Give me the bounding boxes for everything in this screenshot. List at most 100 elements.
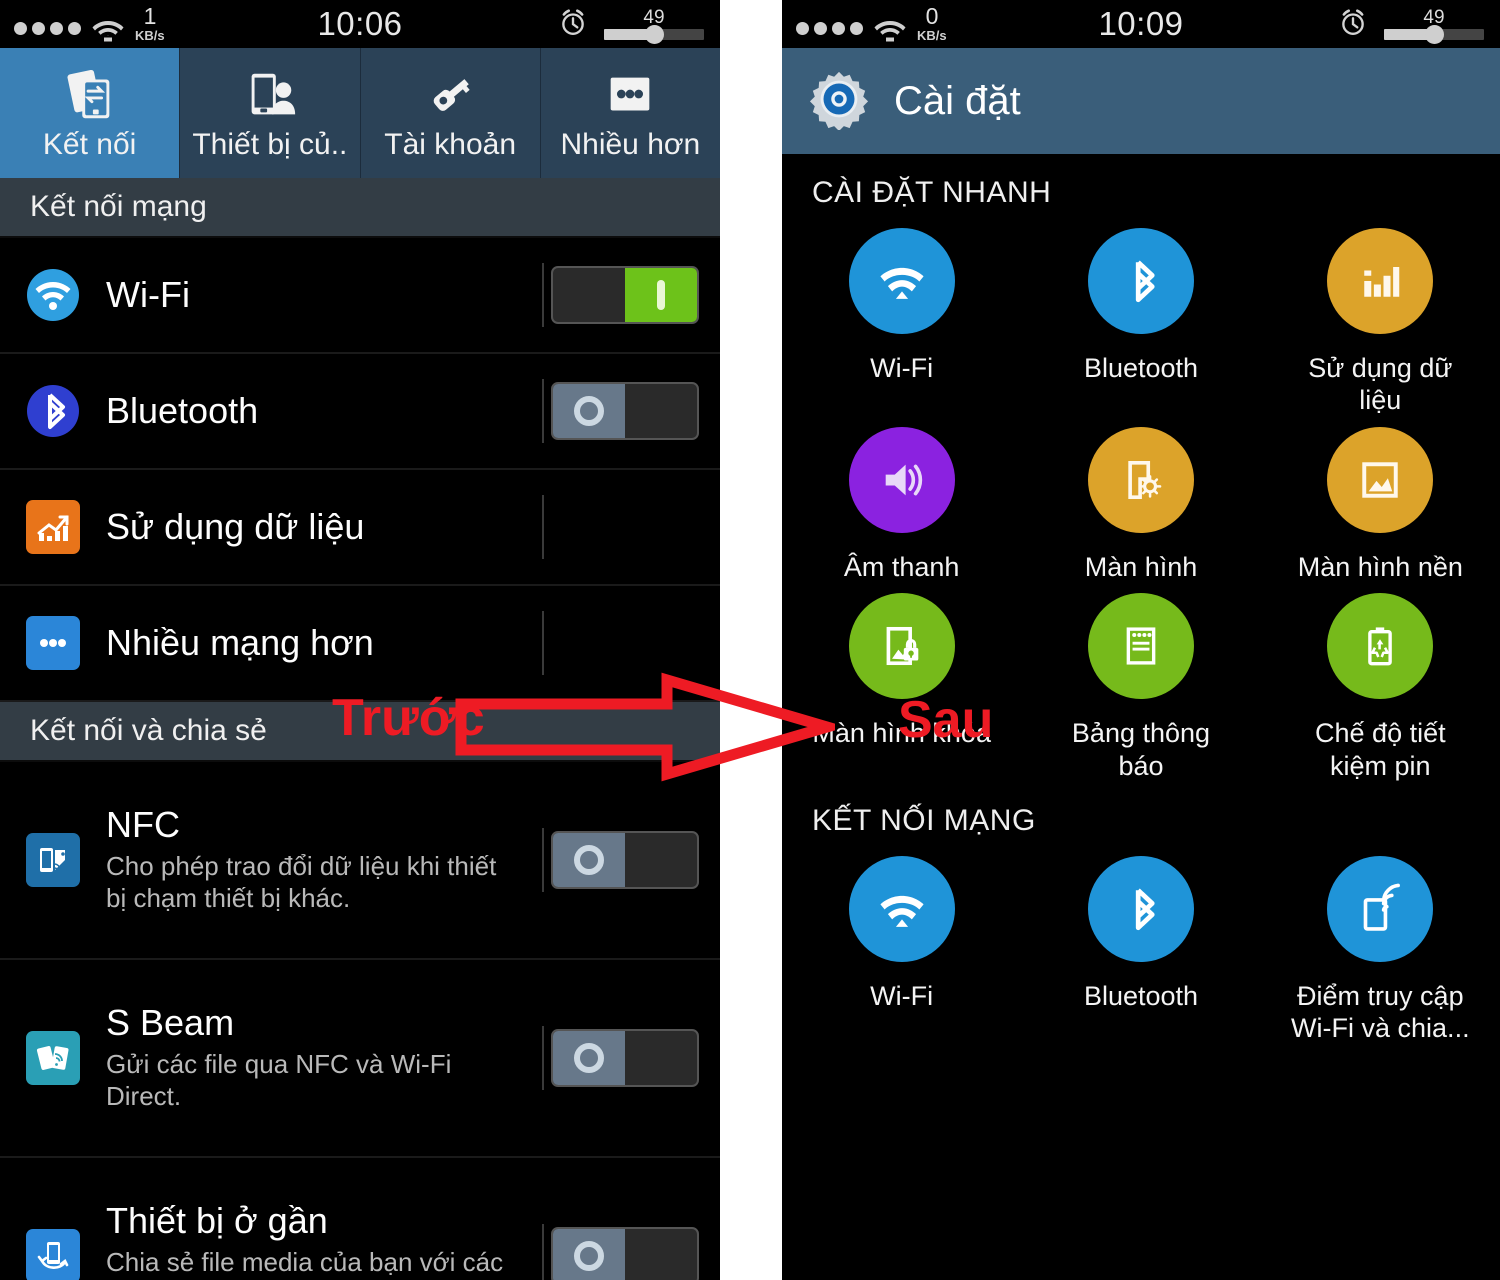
- tab-accounts[interactable]: Tài khoản: [361, 48, 541, 178]
- wifi-icon: [848, 228, 955, 334]
- before-phone-panel: 1 KB/s 10:06 49 Kết nối Thiết bị củ.. Tà…: [0, 0, 720, 1280]
- page-title: Cài đặt: [894, 78, 1021, 123]
- wallpaper-picture-icon: [1327, 426, 1434, 533]
- grid-item-wifi[interactable]: Wi-Fi: [782, 218, 1021, 417]
- grid-item-sound[interactable]: Âm thanh: [782, 417, 1021, 583]
- list-item-title: Thiết bị ở gần: [106, 1200, 328, 1242]
- toggle-cell[interactable]: [530, 263, 720, 327]
- more-networks-icon-bg: [26, 616, 80, 670]
- list-item-text: Thiết bị ở gần Chia sẻ file media của bạ…: [106, 1201, 530, 1280]
- connections-icon: [61, 64, 119, 126]
- grid-item-notification-panel[interactable]: Bảng thông báo: [1021, 583, 1260, 782]
- list-item-text: NFC Cho phép trao đổi dữ liệu khi thiết …: [106, 805, 530, 914]
- switch-off-ring: [574, 1043, 604, 1073]
- grid-item-data-usage[interactable]: Sử dụng dữ liệu: [1261, 218, 1500, 417]
- more-dots-icon: [601, 64, 659, 126]
- hotspot-tethering-icon: [1327, 855, 1434, 962]
- list-item-text: Bluetooth: [106, 389, 530, 431]
- tab-connections[interactable]: Kết nối: [0, 48, 181, 178]
- list-item-bluetooth[interactable]: Bluetooth: [0, 354, 720, 470]
- list-item-nearby-devices[interactable]: Thiết bị ở gần Chia sẻ file media của bạ…: [0, 1158, 720, 1280]
- list-item-text: Wi-Fi: [106, 273, 530, 315]
- battery-track: [1384, 25, 1484, 44]
- settings-title-bar: Cài đặt: [782, 48, 1500, 154]
- switch-right-half: [625, 384, 697, 438]
- grid-item-label: Bluetooth: [1083, 353, 1199, 383]
- list-item-text: Nhiều mạng hơn: [106, 622, 530, 663]
- switch-left-half: [553, 268, 625, 322]
- data-usage-icon: [0, 500, 106, 554]
- comparison-screenshot: 1 KB/s 10:06 49 Kết nối Thiết bị củ.. Tà…: [0, 0, 1500, 1280]
- list-item-title: Bluetooth: [106, 389, 259, 431]
- grid-item-label: Màn hình: [1084, 551, 1198, 582]
- grid-item-label: Wi-Fi: [870, 353, 934, 383]
- list-item-subtitle: Gửi các file qua NFC và Wi-Fi Direct.: [106, 1048, 452, 1112]
- display-brightness-icon: [1087, 426, 1194, 533]
- toggle-cell[interactable]: [530, 1026, 720, 1090]
- nfc-toggle-switch[interactable]: [551, 831, 699, 889]
- list-item-title: NFC: [106, 804, 180, 846]
- grid-item-bluetooth[interactable]: Bluetooth: [1021, 218, 1260, 417]
- toggle-cell[interactable]: [530, 828, 720, 892]
- my-device-icon: [241, 64, 299, 126]
- toggle-cell[interactable]: [530, 1224, 720, 1280]
- grid-item-label: Wi-Fi: [870, 980, 934, 1011]
- tab-more[interactable]: Nhiều hơn: [541, 48, 720, 178]
- tab-label: Thiết bị củ..: [192, 128, 348, 161]
- tab-label: Tài khoản: [384, 128, 516, 161]
- after-phone-panel: 0 KB/s 10:09 49 Cài đặt CÀI ĐẶT NHANH Wi…: [782, 0, 1500, 1280]
- switch-left-half: [553, 1229, 625, 1280]
- grid-item-label: Màn hình nền: [1297, 551, 1463, 582]
- left-status-bar: 1 KB/s 10:06 49: [0, 0, 720, 48]
- switch-off-ring: [574, 396, 604, 426]
- grid-item-label: Âm thanh: [843, 551, 960, 582]
- nearby-devices-toggle-switch[interactable]: [551, 1227, 699, 1280]
- settings-gear-icon: [808, 68, 870, 135]
- switch-right-half: [625, 833, 697, 887]
- data-usage-icon: [1327, 228, 1434, 334]
- network-grid: Wi-Fi Bluetooth Điểm truy cập Wi-Fi và c…: [782, 846, 1500, 1045]
- list-item-wifi[interactable]: Wi-Fi: [0, 238, 720, 354]
- grid-item-label: Chế độ tiết kiệm pin: [1315, 718, 1446, 781]
- list-item-title: S Beam: [106, 1002, 235, 1044]
- tab-label: Kết nối: [42, 128, 137, 161]
- bluetooth-toggle-switch[interactable]: [551, 382, 699, 440]
- group-label-network: KẾT NỐI MẠNG: [812, 803, 1036, 837]
- notification-panel-icon: [1087, 593, 1194, 700]
- list-item-title: Wi-Fi: [106, 273, 190, 315]
- s-beam-toggle-switch[interactable]: [551, 1029, 699, 1087]
- switch-off-ring: [574, 845, 604, 875]
- grid-item-hotspot[interactable]: Điểm truy cập Wi-Fi và chia...: [1261, 846, 1500, 1045]
- list-item-title: Sử dụng dữ liệu: [106, 505, 365, 547]
- grid-item-wifi-2[interactable]: Wi-Fi: [782, 846, 1021, 1045]
- grid-item-wallpaper[interactable]: Màn hình nền: [1261, 417, 1500, 583]
- list-item-nfc[interactable]: NFC Cho phép trao đổi dữ liệu khi thiết …: [0, 762, 720, 960]
- accounts-key-icon: [421, 64, 479, 126]
- switch-on-bar: [657, 280, 665, 310]
- switch-left-half: [553, 384, 625, 438]
- list-item-data-usage[interactable]: Sử dụng dữ liệu: [0, 470, 720, 586]
- toggle-cell[interactable]: [530, 379, 720, 443]
- data-usage-icon-bg: [26, 500, 80, 554]
- wifi-toggle-switch[interactable]: [551, 266, 699, 324]
- grid-item-label: Điểm truy cập Wi-Fi và chia...: [1291, 980, 1470, 1044]
- switch-right-half: [625, 1229, 697, 1280]
- grid-item-display[interactable]: Màn hình: [1021, 417, 1260, 583]
- tab-my-device[interactable]: Thiết bị củ..: [180, 48, 361, 178]
- list-item-text: Sử dụng dữ liệu: [106, 505, 530, 547]
- switch-right-half: [625, 1031, 697, 1085]
- nearby-devices-icon-bg: [26, 1229, 80, 1280]
- annotation-after-label: Sau: [898, 691, 994, 749]
- more-networks-icon: [0, 616, 106, 670]
- transition-arrow-icon: [455, 672, 847, 782]
- grid-item-power-saving[interactable]: Chế độ tiết kiệm pin: [1261, 583, 1500, 782]
- grid-item-bluetooth-2[interactable]: Bluetooth: [1021, 846, 1260, 1045]
- list-item-subtitle: Chia sẻ file media của bạn với các thiết…: [106, 1246, 504, 1280]
- section-header-network: Kết nối mạng: [0, 178, 720, 238]
- group-label-quick-settings: CÀI ĐẶT NHANH: [812, 176, 1052, 209]
- sound-speaker-icon: [848, 426, 955, 533]
- tab-label: Nhiều hơn: [560, 128, 701, 161]
- grid-item-label: Sử dụng dữ liệu: [1308, 353, 1453, 416]
- list-item-s-beam[interactable]: S Beam Gửi các file qua NFC và Wi-Fi Dir…: [0, 960, 720, 1158]
- switch-left-half: [553, 833, 625, 887]
